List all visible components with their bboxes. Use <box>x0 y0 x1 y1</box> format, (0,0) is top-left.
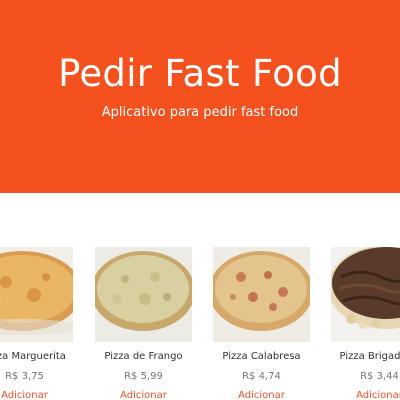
hero-subtitle: Aplicativo para pedir fast food <box>101 105 299 120</box>
pizza-marguerita-image <box>0 247 73 342</box>
hero-title: Pedir Fast Food <box>58 52 342 95</box>
add-to-cart-link[interactable]: Adicionar <box>311 390 400 400</box>
product-price: R$ 3,44 <box>360 371 399 382</box>
pizza-brigadeiro-image <box>331 247 400 342</box>
product-list: Pizza Marguerita R$ 3,75 Adicionar Pizza… <box>0 247 400 400</box>
page: Pedir Fast Food Aplicativo para pedir fa… <box>0 0 400 400</box>
pizza-frango-image <box>95 247 192 342</box>
product-name: Pizza Calabresa <box>222 351 301 362</box>
product-price: R$ 5,99 <box>124 371 163 382</box>
hero-banner: Pedir Fast Food Aplicativo para pedir fa… <box>0 0 400 193</box>
product-name: Pizza de Frango <box>104 351 183 362</box>
product-name: Pizza Brigadeiro <box>339 351 400 362</box>
add-to-cart-link[interactable]: Adicionar <box>193 390 330 400</box>
add-to-cart-link[interactable]: Adicionar <box>75 390 212 400</box>
pizza-calabresa-image <box>213 247 310 342</box>
product-price: R$ 4,74 <box>242 371 281 382</box>
